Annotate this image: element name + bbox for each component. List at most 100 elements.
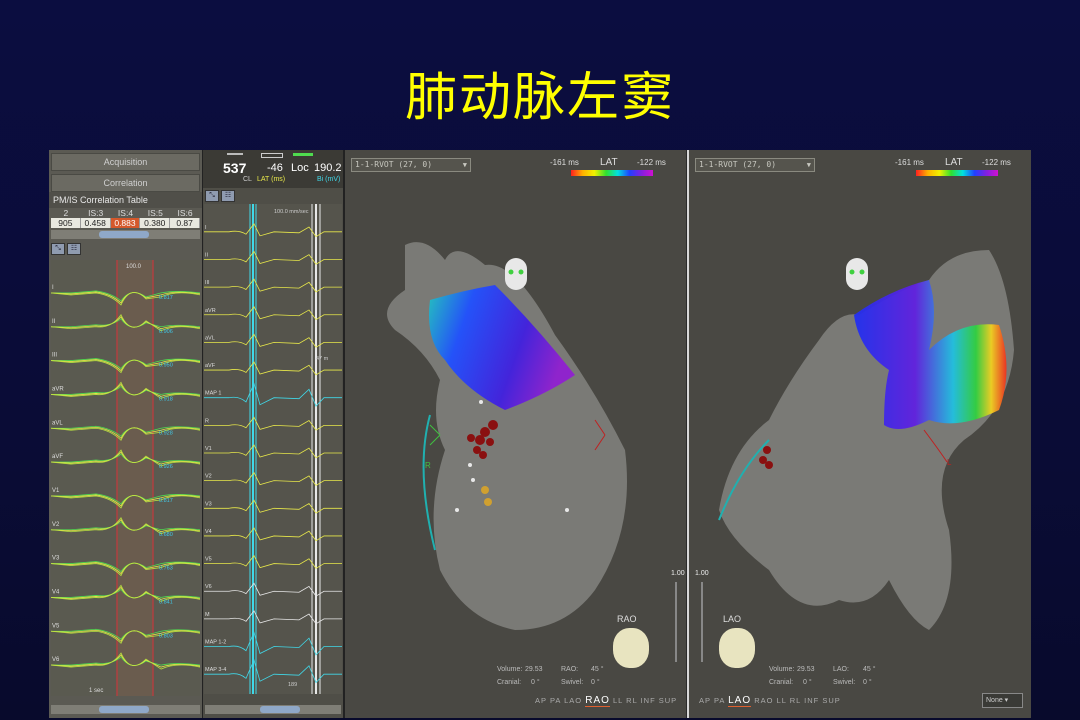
lead-label: II <box>52 319 56 325</box>
settings-icon[interactable]: ☷ <box>67 243 81 255</box>
correlation-value: 0.817 <box>159 498 173 504</box>
signal-trace <box>204 278 342 293</box>
cranial-value: 0 ° <box>531 679 540 686</box>
view-angle-label: LAO: <box>833 666 849 673</box>
map-view-rao[interactable]: 1-1-RVOT (27, 0) ▼ -161 ms LAT -122 ms R… <box>345 150 686 718</box>
signal-toolbar: ⤡ ☷ <box>203 188 343 204</box>
signal-trace <box>204 582 342 597</box>
view-buttons: AP PA LAO RAO LL RL INF SUP <box>699 695 841 707</box>
wave-toolbar: ⤡ ☷ <box>49 241 202 257</box>
view-button[interactable]: LL <box>613 696 623 705</box>
volume-label: Volume: <box>769 666 795 673</box>
view-name: RAO <box>617 614 637 624</box>
lead-label: M <box>205 612 210 618</box>
lead-label: V1 <box>52 488 60 494</box>
view-button[interactable]: LAO <box>564 696 582 705</box>
value-cell[interactable]: 0.380 <box>140 218 171 228</box>
signal-trace <box>204 471 342 486</box>
view-button[interactable]: PA <box>714 696 725 705</box>
none-dropdown[interactable]: None ▾ <box>982 693 1023 708</box>
signal-readouts: 537 CL -46 LAT (ms) Loc 190.2 Bi (mV) <box>203 150 343 188</box>
cranial-value: 0 ° <box>803 679 812 686</box>
view-button[interactable]: SUP <box>822 696 840 705</box>
face-eye <box>518 269 524 275</box>
signal-waveform-area: 100.0 mm/sec I II III aVR aVL aVF MAP 1 R V1 V2 V3 V… <box>204 204 342 694</box>
correlation-value: 0.928 <box>159 430 173 436</box>
lead-label: V5 <box>205 557 212 563</box>
swivel-value: 0 ° <box>863 679 872 686</box>
map-view-lao[interactable]: 1-1-RVOT (27, 0) ▼ -161 ms LAT -122 ms L … <box>689 150 1031 718</box>
correlation-value: 0.906 <box>159 329 173 335</box>
signal-trace <box>204 223 342 238</box>
zoom-icon[interactable]: ⤡ <box>205 190 219 202</box>
lead-label: V4 <box>52 589 60 595</box>
scroll-thumb[interactable] <box>260 706 300 713</box>
cycle-length-label: CL <box>243 176 252 183</box>
signal-trace <box>204 416 342 431</box>
view-angle-value: 45 ° <box>863 666 876 673</box>
face-orientation <box>846 258 868 290</box>
signal-trace <box>204 333 342 348</box>
view-button[interactable]: RL <box>790 696 801 705</box>
time-scale-label: 1 sec <box>89 688 103 694</box>
ecg-traces: 100.0 I 0.817 II 0.906 III 0.950 aVR 0.918 aVL 0.9… <box>50 260 201 696</box>
zoom-icon[interactable]: ⤡ <box>51 243 65 255</box>
lead-label: V2 <box>205 474 212 480</box>
view-button[interactable]: RAO <box>754 696 773 705</box>
value-cell[interactable]: 905 <box>51 218 81 228</box>
table-scrollbar[interactable] <box>51 230 200 239</box>
acquisition-button[interactable]: Acquisition <box>51 153 200 171</box>
lead-label: III <box>205 280 210 286</box>
settings-icon[interactable]: ☷ <box>221 190 235 202</box>
view-button[interactable]: INF <box>804 696 819 705</box>
value-cell[interactable]: 0.87 <box>170 218 200 228</box>
scale-value: 1.00 <box>695 570 709 577</box>
lead-label: III <box>52 353 57 359</box>
correlation-button[interactable]: Correlation <box>51 174 200 192</box>
signal-scrollbar[interactable] <box>205 705 341 714</box>
view-angle-label: RAO: <box>561 666 579 673</box>
view-button[interactable]: RL <box>626 696 637 705</box>
heart-orientation-icon <box>719 628 755 668</box>
view-button[interactable]: SUP <box>659 696 677 705</box>
view-button[interactable]: LL <box>777 696 787 705</box>
zoom-slider[interactable] <box>675 582 677 662</box>
lead-label: R <box>205 418 209 424</box>
face-orientation <box>505 258 527 290</box>
face-eye <box>508 269 514 275</box>
view-button[interactable]: AP <box>699 696 711 705</box>
lead-label: II <box>205 252 209 258</box>
ecg-waveform-area: 100.0 I 0.817 II 0.906 III 0.950 aVR 0.918 aVL 0.9… <box>50 260 201 696</box>
volume-value: 29.53 <box>525 666 543 673</box>
swivel-value: 0 ° <box>591 679 600 686</box>
lead-label: V6 <box>205 584 212 590</box>
lead-label: aVL <box>205 335 215 341</box>
view-button[interactable]: INF <box>641 696 656 705</box>
face-eye <box>849 269 855 275</box>
view-button-active[interactable]: LAO <box>728 695 752 707</box>
scroll-thumb[interactable] <box>99 231 149 238</box>
view-button[interactable]: PA <box>550 696 561 705</box>
value-cell[interactable]: 0.458 <box>80 218 111 228</box>
volume-label: Volume: <box>497 666 523 673</box>
correlation-table-title: PM/IS Correlation Table <box>49 192 202 208</box>
lead-label: I <box>52 285 54 291</box>
header-cell: IS:5 <box>147 208 163 218</box>
scroll-thumb[interactable] <box>99 706 149 713</box>
lead-label: aVR <box>52 386 64 392</box>
waveform-scrollbar[interactable] <box>51 705 200 714</box>
header-cell: IS:4 <box>117 208 134 218</box>
zoom-slider[interactable] <box>701 582 703 662</box>
value-cell-selected[interactable]: 0.883 <box>110 218 141 228</box>
view-button[interactable]: AP <box>535 696 547 705</box>
scale-value: 1.00 <box>671 570 685 577</box>
bottom-mark: 189 <box>288 682 297 688</box>
signal-trace <box>204 527 342 542</box>
view-button-active[interactable]: RAO <box>585 695 610 707</box>
lead-label: MAP 1 <box>205 391 221 397</box>
lead-label: V6 <box>52 657 60 663</box>
correlation-value: 0.817 <box>159 295 173 301</box>
swivel-label: Swivel: <box>833 679 856 686</box>
signal-trace <box>204 306 342 321</box>
cranial-label: Cranial: <box>497 679 522 686</box>
